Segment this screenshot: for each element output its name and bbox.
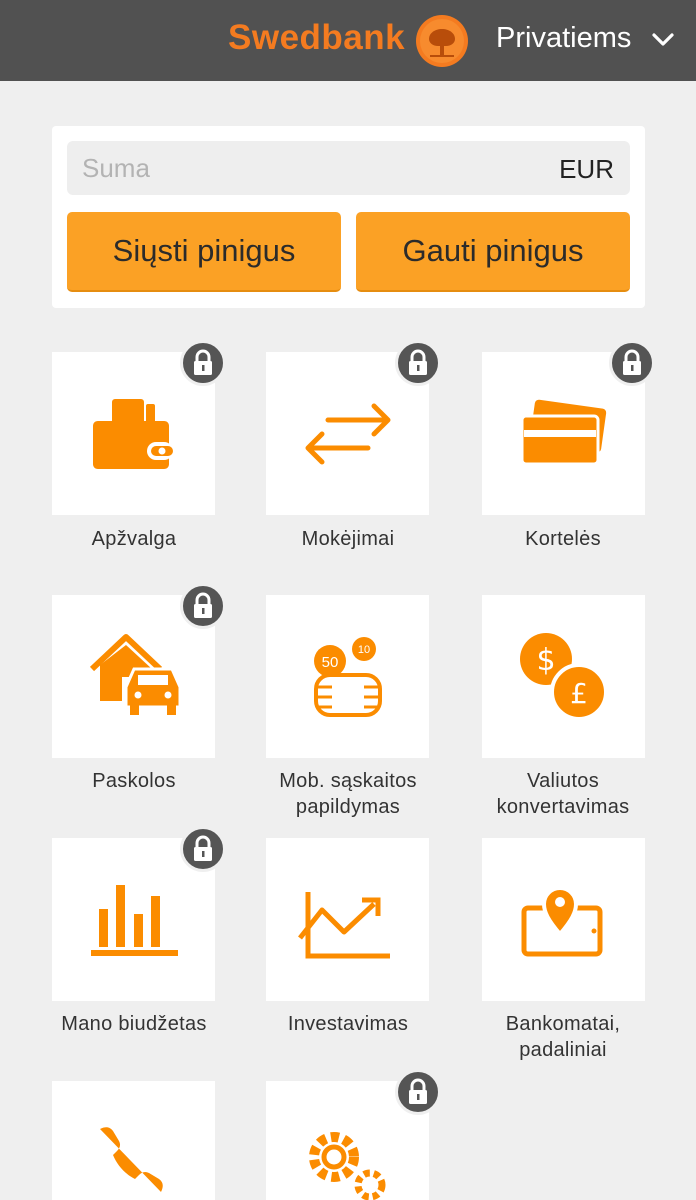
padlock-icon xyxy=(194,349,212,375)
tile-investing[interactable] xyxy=(266,838,429,1001)
lock-badge xyxy=(395,340,441,386)
lock-badge xyxy=(180,583,226,629)
tile-loans-label: Paskolos xyxy=(92,770,176,792)
tile-currency-exchange-label-2: konvertavimas xyxy=(496,796,630,818)
tile-mobile-topup[interactable]: 50 10 xyxy=(266,595,429,758)
tile-currency-exchange[interactable]: $ £ xyxy=(482,595,645,758)
tile-mobile-topup-label-1: Mob. sąskaitos xyxy=(279,770,417,792)
tile-cards-label: Kortelės xyxy=(525,528,601,550)
tile-overview-label: Apžvalga xyxy=(91,528,177,550)
phone-icon xyxy=(100,1127,163,1192)
top-bar: Swedbank Privatiems xyxy=(0,0,696,81)
svg-text:10: 10 xyxy=(358,644,370,656)
tile-atms-branches-label-2: padaliniai xyxy=(519,1039,607,1061)
currency-label: EUR xyxy=(559,154,614,184)
lock-badge xyxy=(180,826,226,872)
svg-text:50: 50 xyxy=(322,654,339,671)
padlock-icon xyxy=(623,349,641,375)
tile-my-budget-label: Mano biudžetas xyxy=(61,1013,207,1035)
padlock-icon xyxy=(409,349,427,375)
brand-name: Swedbank xyxy=(228,18,406,57)
padlock-icon xyxy=(194,835,212,861)
lock-badge xyxy=(180,340,226,386)
lock-badge xyxy=(609,340,655,386)
quick-transfer-panel: EUR Siųsti pinigus Gauti pinigus xyxy=(52,126,645,308)
send-money-button[interactable]: Siųsti pinigus xyxy=(67,212,341,292)
svg-text:£: £ xyxy=(570,677,588,710)
map-pin-icon xyxy=(521,886,603,957)
phone-topup-icon: 50 10 xyxy=(314,637,382,717)
segment-selector[interactable]: Privatiems xyxy=(496,22,631,55)
tile-currency-exchange-label-1: Valiutos xyxy=(526,770,600,792)
lock-badge xyxy=(395,1069,441,1115)
svg-text:$: $ xyxy=(536,643,555,678)
amount-input[interactable] xyxy=(82,150,502,186)
tile-payments-label: Mokėjimai xyxy=(301,528,395,550)
tile-investing-label: Investavimas xyxy=(287,1013,409,1035)
tile-contact[interactable] xyxy=(52,1081,215,1200)
tile-mobile-topup-label-2: papildymas xyxy=(295,796,401,818)
trend-chart-icon xyxy=(298,892,390,959)
receive-money-button[interactable]: Gauti pinigus xyxy=(356,212,630,292)
tile-atms-branches[interactable] xyxy=(482,838,645,1001)
padlock-icon xyxy=(409,1078,427,1104)
tile-atms-branches-label-1: Bankomatai, xyxy=(505,1013,621,1035)
chevron-down-icon[interactable] xyxy=(651,31,675,49)
amount-field[interactable]: EUR xyxy=(67,141,630,195)
padlock-icon xyxy=(194,592,212,618)
oak-tree-logo-icon xyxy=(416,15,468,67)
currency-exchange-icon: $ £ xyxy=(520,633,608,721)
